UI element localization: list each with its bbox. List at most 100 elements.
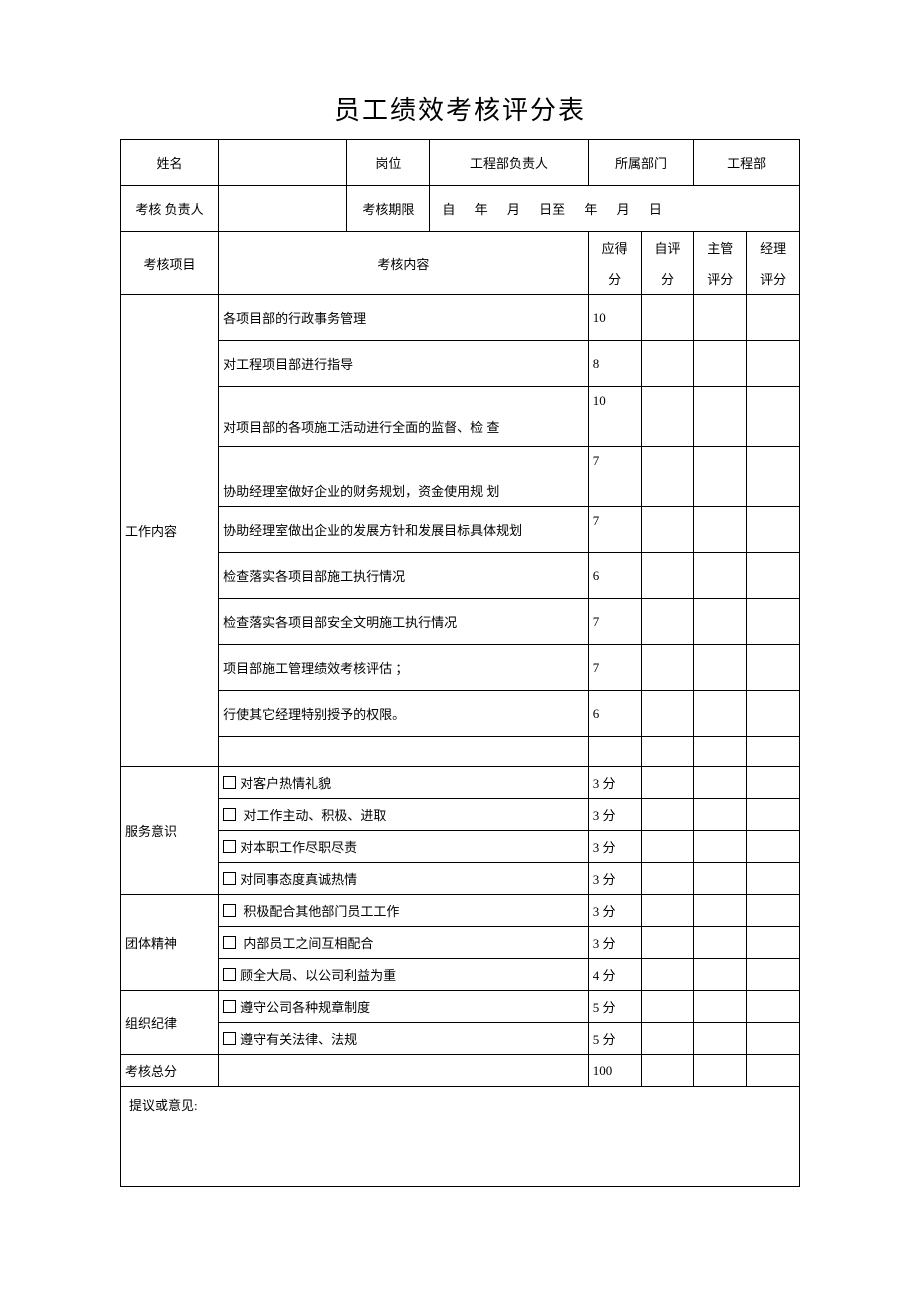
self-score-cell[interactable] (641, 737, 694, 767)
section-service-label: 服务意识 (121, 767, 219, 895)
mgr-score-cell[interactable] (747, 341, 800, 387)
self-score-cell[interactable] (641, 295, 694, 341)
svc-row: 对客户热情礼貌 (219, 767, 589, 799)
mgr-score-cell[interactable] (747, 387, 800, 447)
col-sup-1: 主管 (694, 232, 747, 264)
sup-score-cell[interactable] (694, 927, 747, 959)
checkbox-icon[interactable] (223, 808, 240, 823)
evaluation-table: 姓名 岗位 工程部负责人 所属部门 工程部 考核 负责人 考核期限 自 年 月 … (120, 139, 800, 1187)
checkbox-icon[interactable] (223, 872, 240, 887)
mgr-score-cell[interactable] (747, 927, 800, 959)
checkbox-icon[interactable] (223, 904, 240, 919)
team-score: 3 分 (588, 895, 641, 927)
self-score-cell[interactable] (641, 599, 694, 645)
checkbox-icon[interactable] (223, 776, 240, 791)
svc-score: 3 分 (588, 863, 641, 895)
value-reviewer[interactable] (219, 186, 347, 232)
wc-row-score: 7 (588, 645, 641, 691)
value-name[interactable] (219, 140, 347, 186)
wc-row-text: 协助经理室做出企业的发展方针和发展目标具体规划 (219, 507, 589, 553)
value-dept: 工程部 (694, 140, 800, 186)
col-expected-2: 分 (588, 263, 641, 295)
wc-row-text (219, 737, 589, 767)
checkbox-icon[interactable] (223, 840, 240, 855)
self-score-cell[interactable] (641, 799, 694, 831)
mgr-score-cell[interactable] (747, 553, 800, 599)
mgr-score-cell[interactable] (747, 895, 800, 927)
sup-score-cell[interactable] (694, 447, 747, 507)
checkbox-icon[interactable] (223, 1032, 240, 1047)
self-score-cell[interactable] (641, 1023, 694, 1055)
wc-row-text: 检查落实各项目部安全文明施工执行情况 (219, 599, 589, 645)
mgr-total-cell[interactable] (747, 1055, 800, 1087)
mgr-score-cell[interactable] (747, 831, 800, 863)
sup-score-cell[interactable] (694, 895, 747, 927)
self-total-cell[interactable] (641, 1055, 694, 1087)
self-score-cell[interactable] (641, 959, 694, 991)
sup-score-cell[interactable] (694, 767, 747, 799)
sup-score-cell[interactable] (694, 645, 747, 691)
label-reviewer: 考核 负责人 (121, 186, 219, 232)
mgr-score-cell[interactable] (747, 599, 800, 645)
mgr-score-cell[interactable] (747, 959, 800, 991)
value-period[interactable]: 自 年 月 日至 年 月 日 (430, 186, 800, 232)
self-score-cell[interactable] (641, 991, 694, 1023)
mgr-score-cell[interactable] (747, 863, 800, 895)
mgr-score-cell[interactable] (747, 799, 800, 831)
sup-score-cell[interactable] (694, 341, 747, 387)
self-score-cell[interactable] (641, 927, 694, 959)
mgr-score-cell[interactable] (747, 691, 800, 737)
col-self-2: 分 (641, 263, 694, 295)
mgr-score-cell[interactable] (747, 767, 800, 799)
sup-score-cell[interactable] (694, 991, 747, 1023)
self-score-cell[interactable] (641, 831, 694, 863)
team-row: 内部员工之间互相配合 (219, 927, 589, 959)
self-score-cell[interactable] (641, 447, 694, 507)
sup-score-cell[interactable] (694, 799, 747, 831)
self-score-cell[interactable] (641, 387, 694, 447)
total-score: 100 (588, 1055, 641, 1087)
mgr-score-cell[interactable] (747, 447, 800, 507)
team-row: 积极配合其他部门员工工作 (219, 895, 589, 927)
sup-total-cell[interactable] (694, 1055, 747, 1087)
sup-score-cell[interactable] (694, 691, 747, 737)
col-mgr-2: 评分 (747, 263, 800, 295)
self-score-cell[interactable] (641, 863, 694, 895)
mgr-score-cell[interactable] (747, 1023, 800, 1055)
checkbox-icon[interactable] (223, 968, 240, 983)
sup-score-cell[interactable] (694, 295, 747, 341)
team-row: 顾全大局、以公司利益为重 (219, 959, 589, 991)
checkbox-icon[interactable] (223, 1000, 240, 1015)
wc-row-score: 7 (588, 599, 641, 645)
label-period: 考核期限 (347, 186, 430, 232)
mgr-score-cell[interactable] (747, 737, 800, 767)
wc-row-text: 各项目部的行政事务管理 (219, 295, 589, 341)
checkbox-icon[interactable] (223, 936, 240, 951)
self-score-cell[interactable] (641, 341, 694, 387)
sup-score-cell[interactable] (694, 507, 747, 553)
label-dept: 所属部门 (588, 140, 694, 186)
col-expected-1: 应得 (588, 232, 641, 264)
self-score-cell[interactable] (641, 895, 694, 927)
mgr-score-cell[interactable] (747, 295, 800, 341)
sup-score-cell[interactable] (694, 959, 747, 991)
sup-score-cell[interactable] (694, 831, 747, 863)
sup-score-cell[interactable] (694, 553, 747, 599)
sup-score-cell[interactable] (694, 737, 747, 767)
svc-score: 3 分 (588, 831, 641, 863)
self-score-cell[interactable] (641, 767, 694, 799)
sup-score-cell[interactable] (694, 387, 747, 447)
disc-score: 5 分 (588, 991, 641, 1023)
self-score-cell[interactable] (641, 553, 694, 599)
suggestion-cell[interactable]: 提议或意见: (121, 1087, 800, 1187)
self-score-cell[interactable] (641, 645, 694, 691)
self-score-cell[interactable] (641, 507, 694, 553)
mgr-score-cell[interactable] (747, 507, 800, 553)
sup-score-cell[interactable] (694, 599, 747, 645)
mgr-score-cell[interactable] (747, 991, 800, 1023)
sup-score-cell[interactable] (694, 863, 747, 895)
sup-score-cell[interactable] (694, 1023, 747, 1055)
self-score-cell[interactable] (641, 691, 694, 737)
disc-score: 5 分 (588, 1023, 641, 1055)
mgr-score-cell[interactable] (747, 645, 800, 691)
